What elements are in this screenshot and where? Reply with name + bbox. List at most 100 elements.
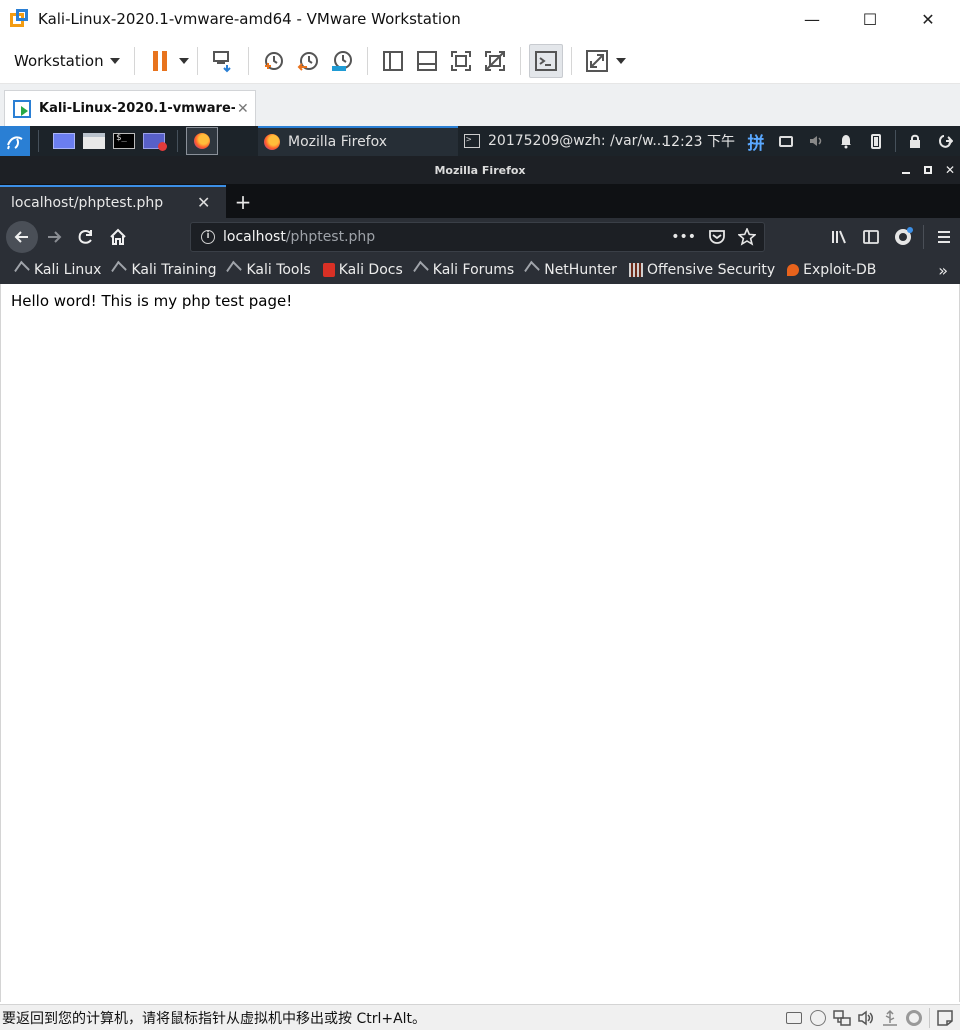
new-tab-button[interactable]: + [228,185,258,218]
panel-divider [38,130,39,152]
pocket-icon[interactable] [708,228,726,246]
library-button[interactable] [823,218,855,256]
show-library-button[interactable] [376,44,410,78]
account-icon [895,227,913,245]
power-manager-button[interactable] [861,126,891,156]
sound-card-icon [858,1010,873,1026]
forward-button[interactable] [38,221,70,253]
page-actions-icon[interactable]: ••• [671,229,696,245]
maximize-icon: ☐ [862,9,878,29]
firefox-maximize-button[interactable] [917,156,939,184]
close-button[interactable]: ✕ [899,0,957,38]
reload-button[interactable] [70,221,102,253]
workstation-menu[interactable]: Workstation [14,52,120,70]
firefox-minimize-button[interactable] [895,156,917,184]
take-snapshot-button[interactable] [257,44,291,78]
suspend-button[interactable] [143,44,177,78]
bookmark-nethunter[interactable]: NetHunter [524,260,617,280]
vm-running-icon [13,99,31,118]
console-icon [534,50,557,71]
kali-menu-button[interactable] [0,126,30,156]
firefox-close-button[interactable]: ✕ [939,156,960,184]
full-screen-button[interactable] [444,44,478,78]
library-panel-icon [382,50,403,71]
nav-divider [923,225,924,249]
bookmark-offensive-security[interactable]: Offensive Security [628,262,776,278]
notifications-button[interactable] [831,126,861,156]
home-icon [110,228,126,245]
lock-icon [910,134,920,148]
status-message: 要返回到您的计算机，请将鼠标指针从虚拟机中移出或按 Ctrl+Alt。 [2,1010,427,1027]
bookmark-kali-docs[interactable]: Kali Docs [322,262,403,278]
file-manager-button[interactable] [79,130,109,152]
vmware-toolbar: Workstation [0,38,960,84]
toolbar-divider [570,46,572,75]
sound-card-status[interactable] [857,1009,875,1027]
lock-screen-button[interactable] [900,126,930,156]
clock[interactable]: 12:23 下午 [662,131,735,151]
bookmark-label: Kali Tools [246,262,311,278]
workstation-menu-label: Workstation [14,51,104,70]
kali-top-panel: $_ Mozilla Firefox > 20175209@wzh: /var/… [0,126,960,156]
home-button[interactable] [102,221,134,253]
bookmarks-overflow-button[interactable]: » [938,256,948,284]
display-icon [906,1010,922,1026]
snapshot-manager-button[interactable] [325,44,359,78]
chevron-double-right-icon: » [938,260,948,280]
send-ctrl-alt-del-button[interactable] [206,44,240,78]
show-thumbnail-bar-button[interactable] [410,44,444,78]
network-adapter-icon [833,1010,851,1026]
maximize-button[interactable]: ☐ [841,0,899,38]
firefox-launcher-button[interactable] [186,127,218,155]
close-tab-icon[interactable]: ✕ [197,193,210,212]
show-desktop-button[interactable] [49,130,79,152]
input-method-indicator[interactable]: 拼 [741,126,771,156]
logout-button[interactable] [930,126,960,156]
sidebar-button[interactable] [855,218,887,256]
site-info-icon[interactable]: i [201,230,215,244]
unity-button[interactable] [478,44,512,78]
revert-snapshot-button[interactable] [291,44,325,78]
terminal-launcher-button[interactable]: $_ [109,130,139,152]
usb-status[interactable] [881,1009,899,1027]
minimize-button[interactable]: — [783,0,841,38]
bookmark-kali-tools[interactable]: Kali Tools [226,260,311,280]
workspace-button[interactable] [771,126,801,156]
reload-icon [78,229,92,244]
sidebar-icon [863,230,879,244]
bookmark-star-icon[interactable] [738,228,756,246]
stretch-dropdown-icon[interactable] [615,57,626,64]
task-terminal[interactable]: > 20175209@wzh: /var/w... [458,126,668,156]
task-firefox[interactable]: Mozilla Firefox [258,126,458,156]
volume-icon [810,136,822,146]
bookmark-exploit-db[interactable]: Exploit-DB [787,262,876,278]
cd-dvd-icon [810,1010,826,1026]
stretch-guest-button[interactable] [580,44,614,78]
bookmark-kali-training[interactable]: Kali Training [111,260,216,280]
bookmark-label: NetHunter [544,262,617,278]
console-view-button[interactable] [528,43,563,78]
bookmark-kali-linux[interactable]: Kali Linux [14,260,101,280]
network-adapter-status[interactable] [833,1009,851,1027]
volume-button[interactable] [801,126,831,156]
firefox-icon [194,133,210,149]
screen-recorder-button[interactable] [139,130,169,152]
cd-dvd-status[interactable] [809,1009,827,1027]
bookmark-kali-forums[interactable]: Kali Forums [413,260,515,280]
hard-disk-status[interactable] [785,1009,803,1027]
close-tab-icon[interactable]: ✕ [237,101,249,117]
account-button[interactable] [887,218,919,256]
snapshot-icon [264,51,283,70]
chevron-down-icon [109,57,120,64]
bookmark-label: Kali Forums [432,262,515,278]
bookmark-label: Offensive Security [646,262,776,278]
library-icon [832,230,846,244]
url-bar[interactable]: i localhost/phptest.php ••• [190,222,765,252]
browser-tab[interactable]: localhost/phptest.php ✕ [0,185,226,218]
display-status[interactable] [905,1009,923,1027]
vm-tab[interactable]: Kali-Linux-2020.1-vmware-a... ✕ [4,90,256,126]
back-button[interactable] [6,221,38,253]
power-dropdown-icon[interactable] [178,57,189,64]
open-menu-button[interactable] [928,218,960,256]
show-messages-button[interactable] [936,1009,954,1027]
